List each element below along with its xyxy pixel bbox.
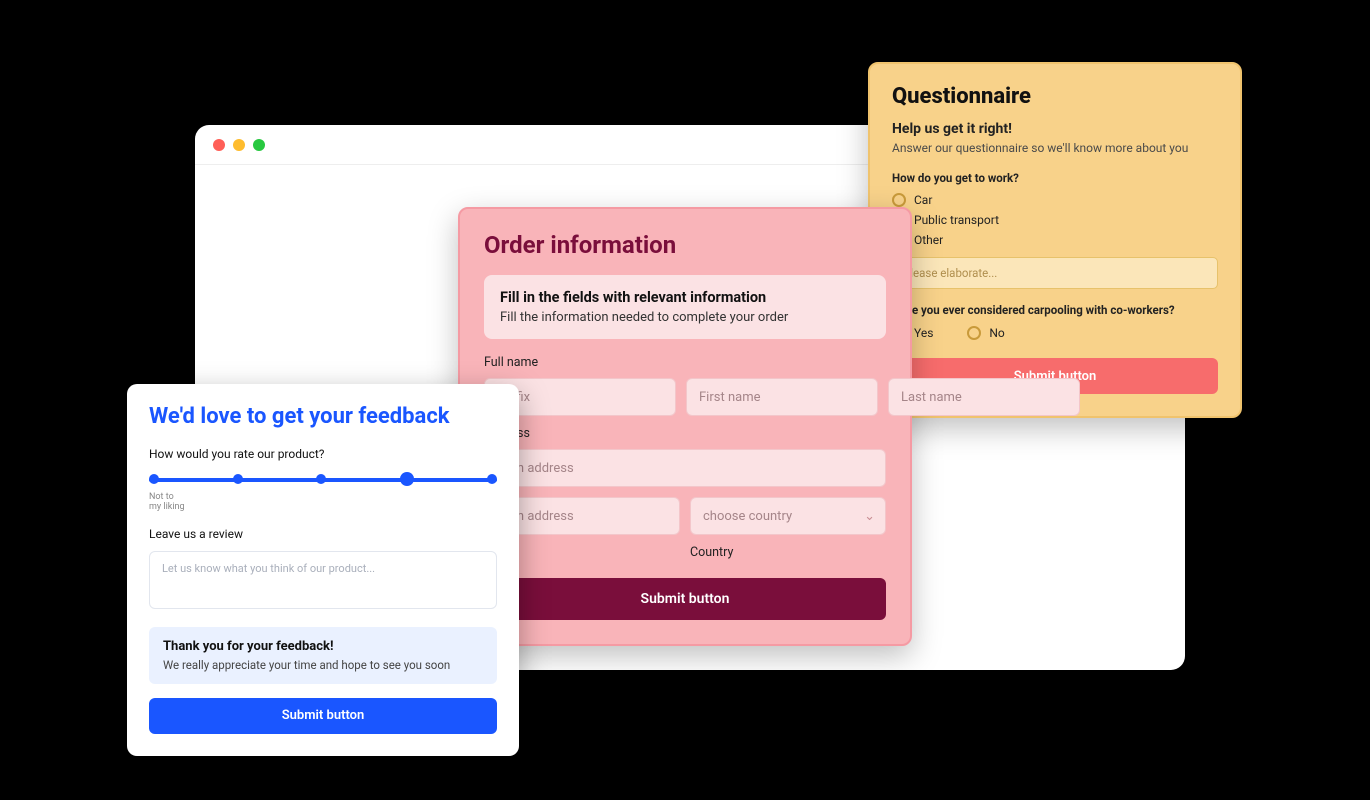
elaborate-input[interactable]: [892, 257, 1218, 289]
questionnaire-title: Questionnaire: [892, 84, 1218, 109]
review-textarea[interactable]: [149, 551, 497, 609]
order-info-box: Fill in the fields with relevant informa…: [484, 275, 886, 339]
radio-label: Other: [914, 233, 943, 247]
rating-slider[interactable]: [149, 471, 497, 489]
country-placeholder: choose country: [703, 509, 792, 524]
window-close-icon[interactable]: [213, 139, 225, 151]
radio-option-no[interactable]: No: [967, 326, 1004, 340]
feedback-submit-button[interactable]: Submit button: [149, 698, 497, 734]
question-2-label: Have you ever considered carpooling with…: [892, 303, 1218, 317]
slider-stop: [233, 474, 243, 484]
radio-label: Public transport: [914, 213, 999, 227]
questionnaire-subtitle: Help us get it right!: [892, 121, 1218, 137]
order-title: Order information: [484, 231, 886, 259]
questionnaire-card: Questionnaire Help us get it right! Answ…: [868, 62, 1242, 418]
slider-stop: [316, 474, 326, 484]
order-info-sub: Fill the information needed to complete …: [500, 310, 870, 325]
thanks-sub: We really appreciate your time and hope …: [163, 658, 483, 672]
radio-label: No: [989, 326, 1004, 340]
radio-icon: [967, 326, 981, 340]
radio-option-car[interactable]: Car: [892, 193, 1218, 207]
country-label: Country: [690, 545, 733, 560]
window-minimize-icon[interactable]: [233, 139, 245, 151]
radio-option-public-transport[interactable]: Public transport: [892, 213, 1218, 227]
thanks-box: Thank you for your feedback! We really a…: [149, 627, 497, 684]
slider-thumb[interactable]: [400, 472, 414, 486]
address-input[interactable]: [484, 449, 886, 487]
fullname-label: Full name: [484, 355, 886, 370]
country-select[interactable]: choose country ⌄: [690, 497, 886, 535]
radio-option-other[interactable]: Other: [892, 233, 1218, 247]
radio-label: Car: [914, 193, 932, 207]
radio-icon: [892, 193, 906, 207]
feedback-title: We'd love to get your feedback: [149, 404, 497, 429]
window-maximize-icon[interactable]: [253, 139, 265, 151]
questionnaire-description: Answer our questionnaire so we'll know m…: [892, 141, 1218, 155]
rate-question-label: How would you rate our product?: [149, 447, 497, 461]
question-1-label: How do you get to work?: [892, 171, 1218, 185]
feedback-card: We'd love to get your feedback How would…: [127, 384, 519, 756]
review-label: Leave us a review: [149, 527, 497, 541]
thanks-title: Thank you for your feedback!: [163, 639, 483, 654]
last-name-input[interactable]: [888, 378, 1080, 416]
slider-stop: [487, 474, 497, 484]
slider-low-caption: Not to my liking: [149, 493, 497, 513]
chevron-down-icon: ⌄: [864, 509, 875, 524]
order-submit-button[interactable]: Submit button: [484, 578, 886, 620]
address-label: Address: [484, 426, 886, 441]
slider-stop: [149, 474, 159, 484]
first-name-input[interactable]: [686, 378, 878, 416]
order-info-title: Fill in the fields with relevant informa…: [500, 289, 870, 306]
order-card: Order information Fill in the fields wit…: [458, 207, 912, 646]
radio-label: Yes: [914, 326, 933, 340]
